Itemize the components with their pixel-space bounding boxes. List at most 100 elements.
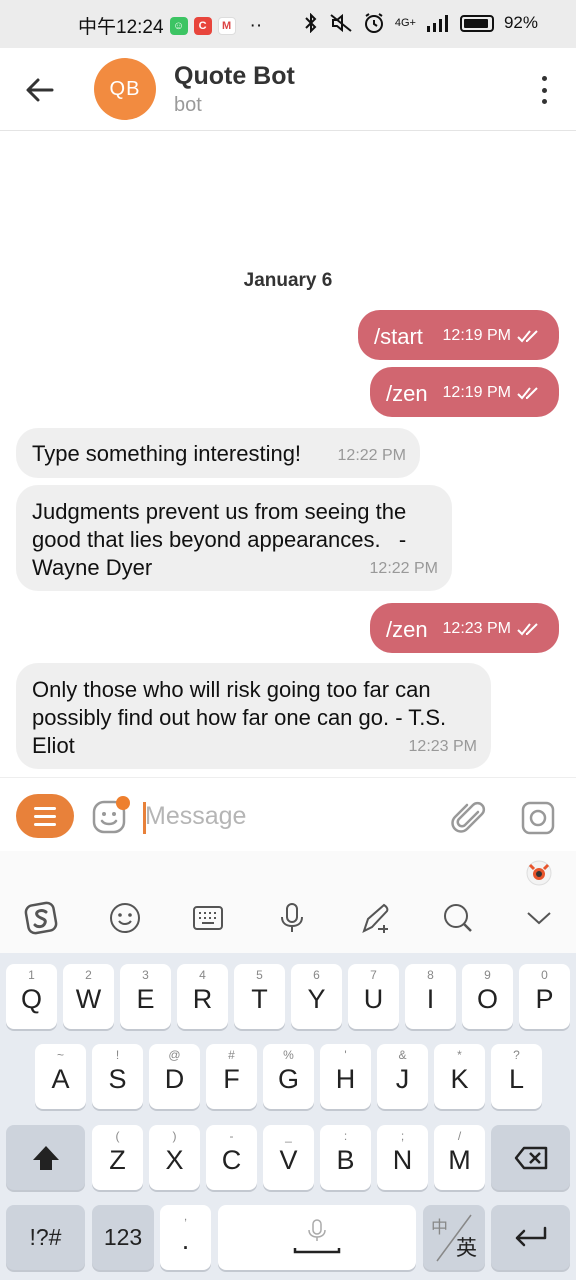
battery-icon [459,14,494,32]
message-composer: Message [0,777,576,851]
key-y[interactable]: 6Y [291,964,342,1029]
camera-icon[interactable] [520,800,556,836]
key-hint: 1 [28,968,35,982]
network-type: 4G+ [394,17,416,29]
outgoing-message[interactable]: /start 12:19 PM [358,310,559,360]
outgoing-message[interactable]: /zen 12:23 PM [370,603,559,653]
key-label: S [108,1064,127,1094]
shift-key[interactable] [6,1125,85,1190]
key-hint: @ [168,1048,181,1062]
backspace-key[interactable] [491,1125,570,1190]
key-s[interactable]: ! S [92,1044,143,1109]
double-check-icon [517,387,538,400]
key-b[interactable]: :B [320,1125,371,1190]
message-input[interactable]: Message [145,802,246,831]
key-hint: ' [344,1048,347,1062]
shift-icon [32,1145,59,1170]
numbers-key[interactable]: 123 [92,1205,154,1270]
key-hint: * [457,1048,462,1062]
incoming-message[interactable]: Judgments prevent us from seeing the goo… [16,485,452,591]
key-hint: 2 [85,968,92,982]
key-t[interactable]: 5T [234,964,285,1029]
key-v[interactable]: _ V [263,1125,314,1190]
key-d[interactable]: @ D [149,1044,200,1109]
key-label: I [426,984,435,1014]
key-p[interactable]: 0P [519,964,570,1029]
handwriting-icon[interactable] [358,901,392,935]
chat-title[interactable]: Quote Bot [174,62,295,91]
message-time-text: 12:19 PM [442,384,511,401]
message-time: 12:19 PM [443,322,541,350]
key-o[interactable]: 9O [462,964,513,1029]
voice-input-icon[interactable] [275,901,309,935]
back-arrow-icon[interactable] [22,72,58,108]
language-switch-key[interactable]: 中 英 [423,1205,485,1270]
wechat-notification-icon: ☺ [169,16,188,35]
key-hint: 5 [256,968,263,982]
app-notification-icon: C [193,16,212,35]
message-text: Type something interesting! [32,441,302,466]
key-label: A [51,1064,70,1094]
key-label: O [476,984,498,1014]
sogou-logo-icon[interactable] [24,901,58,935]
symbols-key[interactable]: !?# [6,1205,85,1270]
message-list[interactable]: January 6 /start 12:19 PM /zen 12:19 PM … [0,132,576,777]
key-n[interactable]: ; N [377,1125,428,1190]
message-text: /zen [386,381,428,406]
date-separator: January 6 [243,270,333,291]
key-k[interactable]: * K [434,1044,485,1109]
period-key[interactable]: ,. [160,1205,211,1270]
key-m[interactable]: / M [434,1125,485,1190]
key-hint: / [457,1129,462,1143]
key-z[interactable]: (Z [92,1125,143,1190]
incoming-message[interactable]: Type something interesting! 12:22 PM [16,428,420,478]
attach-icon[interactable] [450,798,490,838]
keyboard: 1Q 2W 3E 4R 5T 6Y 7U 8I 9O 0P ~ A ! S @ D #… [0,953,576,1280]
key-r[interactable]: 4R [177,964,228,1029]
key-u[interactable]: 7U [348,964,399,1029]
microphone-icon [293,1218,341,1253]
message-text: /start [374,324,423,349]
key-hint: 7 [370,968,377,982]
message-time: 12:22 PM [369,560,438,577]
key-x[interactable]: ) X [149,1125,200,1190]
key-h[interactable]: ' H [320,1044,371,1109]
key-i[interactable]: 8I [405,964,456,1029]
space-key[interactable] [218,1205,416,1270]
key-hint: % [283,1048,294,1062]
key-label: G [277,1064,299,1094]
enter-key[interactable] [491,1205,570,1270]
key-j[interactable]: & J [377,1044,428,1109]
key-a[interactable]: ~ A [35,1044,86,1109]
message-time: 12:23 PM [408,738,477,755]
bot-menu-button[interactable] [16,794,74,838]
message-text-line: Only those who will risk going too far c… [32,677,431,702]
keyboard-toolbar [0,851,576,953]
search-icon[interactable] [441,901,475,935]
key-w[interactable]: 2W [63,964,114,1029]
avatar[interactable]: QB [94,58,156,120]
double-check-icon [517,623,538,636]
key-c[interactable]: -C [206,1125,257,1190]
key-label: K [450,1064,469,1094]
alarm-icon [364,13,383,33]
key-label: F [223,1064,240,1094]
keyboard-layout-icon[interactable] [191,901,225,935]
key-e[interactable]: 3E [120,964,171,1029]
key-label: W [75,984,102,1014]
key-hint: ) [172,1129,177,1143]
message-text: /zen [386,617,428,642]
key-l[interactable]: ? L [491,1044,542,1109]
key-f[interactable]: # F [206,1044,257,1109]
keyboard-mascot-icon[interactable] [524,857,554,887]
emoji-icon[interactable] [108,901,142,935]
key-label: N [392,1145,413,1175]
collapse-keyboard-icon[interactable] [522,901,556,935]
more-options-icon[interactable] [540,76,548,104]
key-q[interactable]: 1Q [6,964,57,1029]
chat-header: QB Quote Bot bot [0,48,576,131]
key-g[interactable]: % G [263,1044,314,1109]
incoming-message[interactable]: Only those who will risk going too far c… [16,663,491,769]
key-hint: 3 [142,968,149,982]
outgoing-message[interactable]: /zen 12:19 PM [370,367,559,417]
